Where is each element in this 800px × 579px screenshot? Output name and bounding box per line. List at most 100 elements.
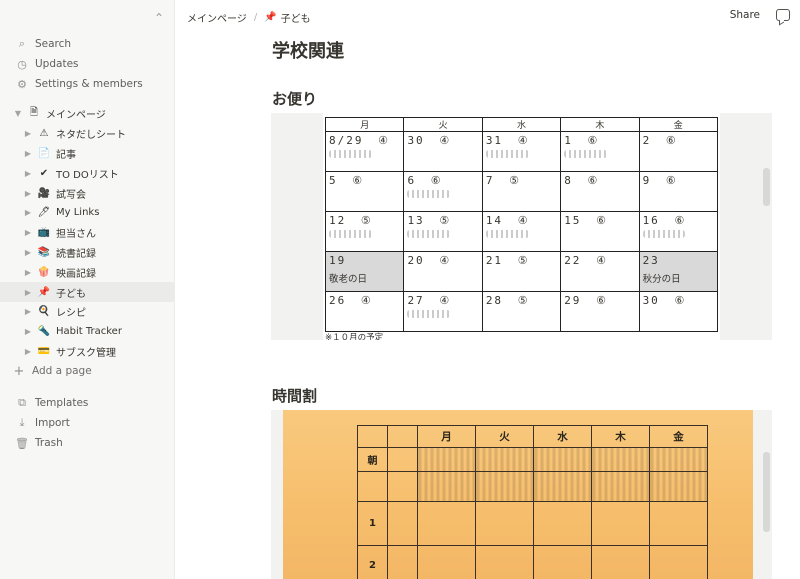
calendar-image[interactable]: 月火水木金 8/29 ④ 30 ④ 31 ④1 ⑥2 ⑥5 ⑥6 ⑥7 ⑤8 ⑥9 ⑥… xyxy=(271,113,772,340)
timetable-header: 金 xyxy=(649,425,708,448)
caret-right-icon[interactable]: ▶ xyxy=(22,189,34,198)
calendar-date: 7 xyxy=(485,174,495,187)
calendar-mark: ⑥ xyxy=(665,134,676,147)
caret-right-icon[interactable]: ▶ xyxy=(22,129,34,138)
caret-right-icon[interactable]: ▶ xyxy=(22,307,34,316)
calendar-mark: ④ xyxy=(439,294,450,307)
timetable-cell xyxy=(417,501,476,546)
caret-down-icon[interactable]: ▼ xyxy=(12,109,24,118)
timetable-cell xyxy=(649,447,708,472)
breadcrumb-root[interactable]: メインページ xyxy=(187,10,247,25)
calendar-header: 金 xyxy=(638,117,719,132)
caret-right-icon[interactable]: ▶ xyxy=(22,288,34,297)
calendar-row: 12 ⑤ 13 ⑤ 14 ④ 15 ⑥ 16 ⑥ xyxy=(324,211,719,252)
comment-icon[interactable] xyxy=(776,9,790,21)
timetable-cell xyxy=(533,545,592,579)
caret-right-icon[interactable]: ▶ xyxy=(22,228,34,237)
caret-right-icon[interactable]: ▶ xyxy=(22,169,34,178)
topbar-actions: Share xyxy=(730,9,790,21)
calendar-date: 2 xyxy=(642,134,652,147)
handwriting-mark xyxy=(485,150,529,158)
sidebar-item-page[interactable]: ▶ 🍳 レシピ xyxy=(0,302,174,322)
caret-right-icon[interactable]: ▶ xyxy=(22,268,34,277)
calendar-paper: 月火水木金 8/29 ④ 30 ④ 31 ④1 ⑥2 ⑥5 ⑥6 ⑥7 ⑤8 ⑥9 ⑥… xyxy=(323,113,720,340)
calendar-mark: ⑥ xyxy=(352,174,363,187)
calendar-mark: ④ xyxy=(360,294,371,307)
sidebar-templates-label: Templates xyxy=(35,397,89,410)
calendar-date: 29 xyxy=(564,294,582,307)
handwriting-mark xyxy=(407,310,451,318)
timetable-image[interactable]: 月火水木金朝 12 xyxy=(271,410,772,579)
page-emoji-icon: 📚 xyxy=(37,246,51,258)
calendar-cell: 1 ⑥ xyxy=(560,131,640,172)
sidebar-item-page[interactable]: ▶ 🖊 My Links xyxy=(0,203,174,223)
calendar-cell: 30 ⑥ xyxy=(638,291,719,332)
calendar-cell: 14 ④ xyxy=(481,211,562,252)
image-scrollbar[interactable] xyxy=(763,452,770,532)
calendar-cell: 2 ⑥ xyxy=(638,131,719,172)
calendar-date: 6 xyxy=(407,174,417,187)
sidebar-item-main-page[interactable]: ▼ 🗎 メインページ xyxy=(0,104,174,124)
calendar-cell: 30 ④ xyxy=(403,131,483,172)
timetable-cell xyxy=(417,471,476,502)
calendar-cell: 13 ⑤ xyxy=(403,211,483,252)
caret-right-icon[interactable]: ▶ xyxy=(22,327,34,336)
sidebar-item-page[interactable]: ▶ 📄 記事 xyxy=(0,144,174,164)
calendar-mark: ④ xyxy=(439,134,450,147)
sidebar-updates[interactable]: ◷ Updates xyxy=(0,54,174,74)
calendar-date: 31 xyxy=(485,134,504,147)
calendar-mark: ⑤ xyxy=(517,254,528,267)
timetable-period: 2 xyxy=(357,545,388,579)
sidebar-updates-label: Updates xyxy=(35,58,79,70)
breadcrumb: メインページ / 📌 子ども xyxy=(175,0,800,34)
breadcrumb-current[interactable]: 子ども xyxy=(281,10,311,25)
calendar-cell: 8/29 ④ xyxy=(324,131,405,172)
sidebar-search[interactable]: ⌕ Search xyxy=(0,34,174,54)
caret-right-icon[interactable]: ▶ xyxy=(22,248,34,257)
calendar-date: 20 xyxy=(407,254,425,267)
sidebar-trash[interactable]: 🗑 Trash xyxy=(0,433,174,453)
calendar-cell: 31 ④ xyxy=(481,131,562,172)
sidebar-item-page[interactable]: ▶ 🔦 Habit Tracker xyxy=(0,322,174,342)
gear-icon: ⚙ xyxy=(17,77,27,91)
sidebar-import[interactable]: ⤓ Import xyxy=(0,413,174,433)
sidebar-item-page[interactable]: ▶ 🍿 映画記録 xyxy=(0,262,174,282)
calendar-mark: ⑥ xyxy=(587,174,598,187)
clock-icon: ◷ xyxy=(17,57,27,71)
calendar-mark: ⑤ xyxy=(517,294,528,307)
sidebar-item-page[interactable]: ▶ ✔ TO DOリスト xyxy=(0,163,174,183)
timetable-cell xyxy=(649,545,708,579)
sidebar-item-page[interactable]: ▶ 📌 子ども xyxy=(0,282,174,302)
timetable-cell xyxy=(387,447,418,472)
caret-right-icon[interactable]: ▶ xyxy=(22,347,34,356)
sidebar-settings[interactable]: ⚙ Settings & members xyxy=(0,74,174,94)
add-page-button[interactable]: + Add a page xyxy=(0,361,174,381)
trash-icon: 🗑 xyxy=(15,436,29,450)
calendar-cell: 28 ⑤ xyxy=(481,291,562,332)
caret-right-icon[interactable]: ▶ xyxy=(22,149,34,158)
timetable-period: 朝 xyxy=(357,447,388,472)
caret-right-icon[interactable]: ▶ xyxy=(22,208,34,217)
workspace-switcher[interactable]: ⌃ xyxy=(0,6,174,30)
timetable-cell xyxy=(475,447,534,472)
handwriting-mark xyxy=(485,230,529,238)
sidebar-item-page[interactable]: ▶ ⚠ ネタだしシート xyxy=(0,124,174,144)
sidebar-item-page[interactable]: ▶ 📚 読書記録 xyxy=(0,243,174,263)
calendar-cell: 12 ⑤ xyxy=(324,211,405,252)
calendar-mark: ④ xyxy=(517,214,528,227)
sidebar-item-label: レシピ xyxy=(56,308,86,320)
image-scrollbar[interactable] xyxy=(763,168,770,206)
calendar-mark: ⑤ xyxy=(360,214,371,227)
sidebar-item-page[interactable]: ▶ 🎥 試写会 xyxy=(0,183,174,203)
sidebar-item-page[interactable]: ▶ 💳 サブスク管理 xyxy=(0,342,174,362)
calendar-date: 26 xyxy=(329,294,347,307)
document-icon: 🗎 xyxy=(29,107,39,119)
calendar-date: 23 xyxy=(642,254,660,267)
share-button[interactable]: Share xyxy=(730,9,760,21)
sidebar-templates[interactable]: ⧉ Templates xyxy=(0,393,174,413)
page-emoji-icon: ✔ xyxy=(39,167,49,179)
sidebar-item-page[interactable]: ▶ 📺 担当さん xyxy=(0,223,174,243)
sidebar-import-label: Import xyxy=(35,417,70,430)
calendar-table: 月火水木金 8/29 ④ 30 ④ 31 ④1 ⑥2 ⑥5 ⑥6 ⑥7 ⑤8 ⑥9 ⑥… xyxy=(324,117,719,332)
calendar-mark: ④ xyxy=(517,134,528,147)
